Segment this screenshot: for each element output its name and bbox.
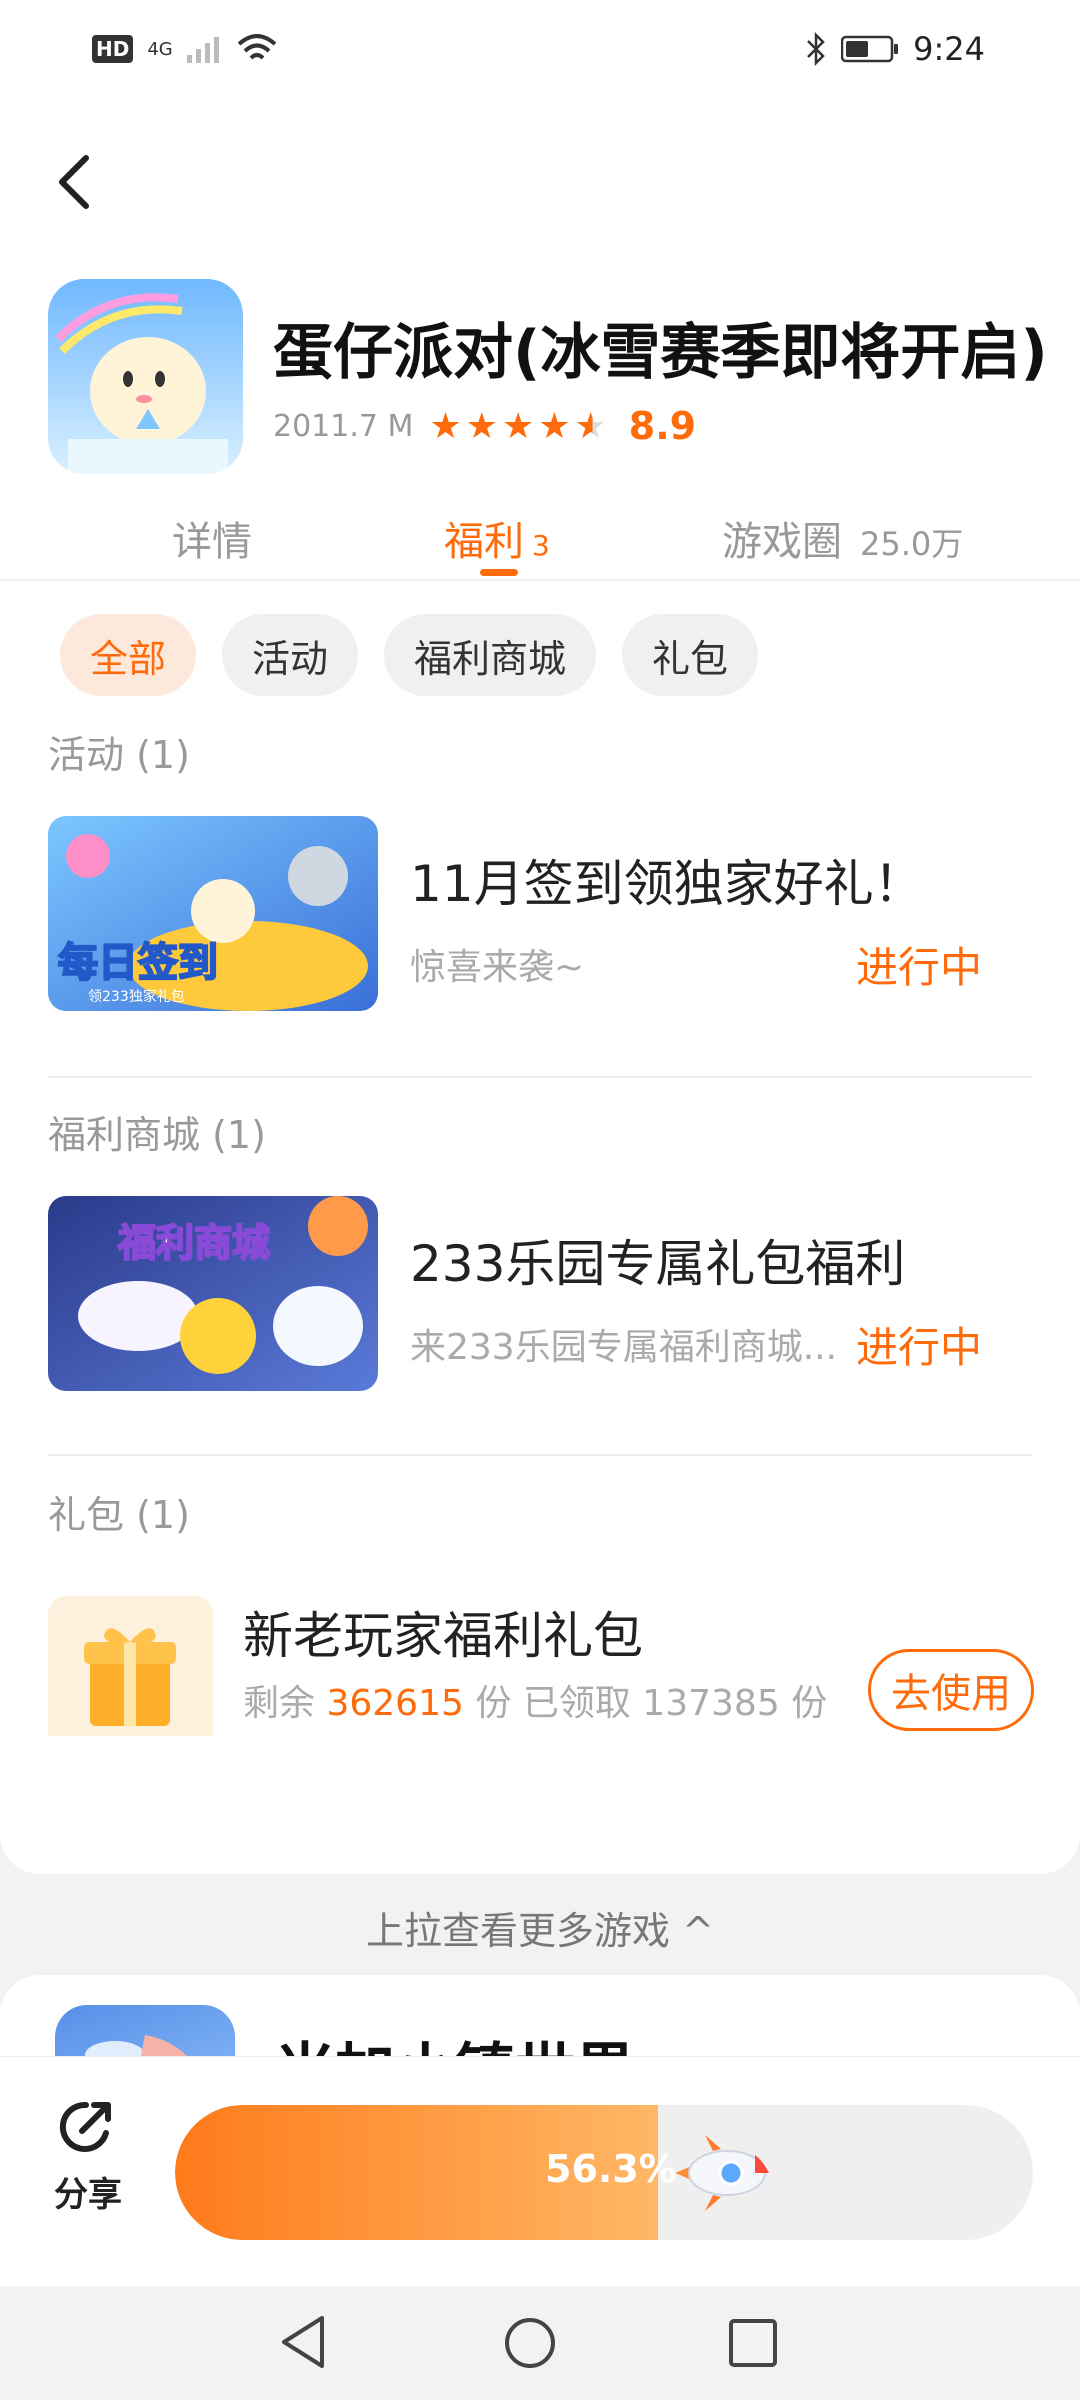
app-size: 2011.7 M (273, 408, 414, 444)
nav-back-icon[interactable] (278, 2314, 328, 2370)
bottom-action-bar: 分享 56.3% (0, 2056, 1080, 2286)
section-title-mall: 福利商城 (1) (48, 1113, 266, 1157)
activity-thumbnail: 每日签到 领233独家礼包 (48, 816, 378, 1011)
mall-item[interactable]: 福利商城 233乐园专属礼包福利 来233乐园专属福利商城... 进行中 (48, 1196, 1032, 1391)
tab-label: 福利 (444, 519, 524, 565)
activity-item[interactable]: 每日签到 领233独家礼包 11月签到领独家好礼！ 惊喜来袭~ 进行中 (48, 816, 1032, 1011)
system-nav-bar (0, 2286, 1080, 2400)
use-gift-button[interactable]: 去使用 (868, 1649, 1034, 1731)
mall-thumbnail: 福利商城 (48, 1196, 378, 1391)
gift-title: 新老玩家福利礼包 (243, 1607, 643, 1665)
app-meta: 2011.7 M ★ ★ ★ ★ ★ 8.9 (273, 404, 696, 448)
filter-mall[interactable]: 福利商城 (384, 614, 597, 696)
mall-status: 进行中 (855, 1323, 982, 1372)
nav-home-icon[interactable] (503, 2316, 557, 2370)
hd-badge: HD (92, 35, 134, 63)
filter-activity[interactable]: 活动 (222, 614, 359, 696)
star-icon: ★ (429, 405, 462, 447)
unit: 份 (475, 1683, 512, 1724)
tab-game-circle[interactable]: 游戏圈 25.0万 (722, 509, 963, 567)
share-label: 分享 (54, 2175, 122, 2215)
rocket-icon (675, 2135, 769, 2211)
app-title: 蛋仔派对(冰雪赛季即将开启) (273, 318, 1048, 388)
active-tab-indicator (480, 569, 518, 576)
tab-count: 3 (532, 529, 550, 562)
section-title-gift: 礼包 (1) (48, 1493, 190, 1537)
star-icon: ★ (501, 405, 535, 447)
share-icon (59, 2101, 111, 2152)
divider (48, 1454, 1032, 1456)
wifi-icon (237, 34, 277, 60)
section-title-activity: 活动 (1) (48, 733, 190, 777)
filter-chips: 全部 活动 福利商城 礼包 (60, 614, 759, 696)
claimed-count: 137385 (642, 1683, 780, 1724)
tab-label: 游戏圈 (722, 519, 842, 565)
claimed-label: 已领取 (522, 1683, 631, 1724)
remaining-label: 剩余 (243, 1683, 316, 1724)
progress-text: 56.3% (545, 2147, 677, 2191)
unit: 份 (791, 1683, 828, 1724)
filter-all[interactable]: 全部 (60, 614, 197, 696)
pull-more-hint[interactable]: 上拉查看更多游戏 ^ (0, 1900, 1080, 1955)
rating-stars: ★ ★ ★ ★ ★ (429, 406, 606, 447)
tab-welfare[interactable]: 福利 3 (444, 509, 550, 567)
app-icon (48, 279, 243, 474)
gift-stats: 剩余 362615 份 已领取 137385 份 (243, 1674, 827, 1726)
gift-box-icon (48, 1596, 213, 1736)
battery-icon (841, 35, 899, 63)
star-icon: ★ (538, 405, 571, 447)
tab-details[interactable]: 详情 (172, 509, 252, 567)
bluetooth-icon (807, 32, 825, 66)
rating-score: 8.9 (628, 404, 697, 448)
tab-bar: 详情 福利 3 游戏圈 25.0万 (0, 509, 1080, 581)
half-star-icon: ★ (574, 405, 607, 447)
network-type: 4G (147, 38, 173, 60)
filter-gift[interactable]: 礼包 (622, 614, 759, 696)
thumb-subtext: 领233独家礼包 (88, 988, 185, 1005)
back-icon[interactable] (52, 154, 100, 210)
download-progress[interactable]: 56.3% (175, 2105, 1033, 2240)
share-button[interactable]: 分享 (48, 2097, 128, 2216)
thumb-text: 每日签到 (58, 940, 218, 986)
activity-title: 11月签到领独家好礼！ (410, 855, 924, 913)
clock: 9:24 (913, 30, 985, 68)
tab-label: 详情 (172, 519, 252, 565)
signal-icon (186, 37, 219, 63)
remaining-count: 362615 (326, 1683, 464, 1724)
tab-count: 25.0万 (860, 525, 964, 563)
nav-recents-icon[interactable] (728, 2318, 778, 2368)
mall-desc: 来233乐园专属福利商城... (410, 1327, 838, 1368)
status-bar: HD 4G 9:24 (0, 0, 1080, 104)
star-icon: ★ (465, 405, 498, 447)
activity-desc: 惊喜来袭~ (410, 947, 585, 988)
divider (48, 1076, 1032, 1078)
activity-status: 进行中 (855, 943, 982, 992)
mall-title: 233乐园专属礼包福利 (410, 1235, 906, 1293)
thumb-text: 福利商城 (117, 1221, 270, 1265)
